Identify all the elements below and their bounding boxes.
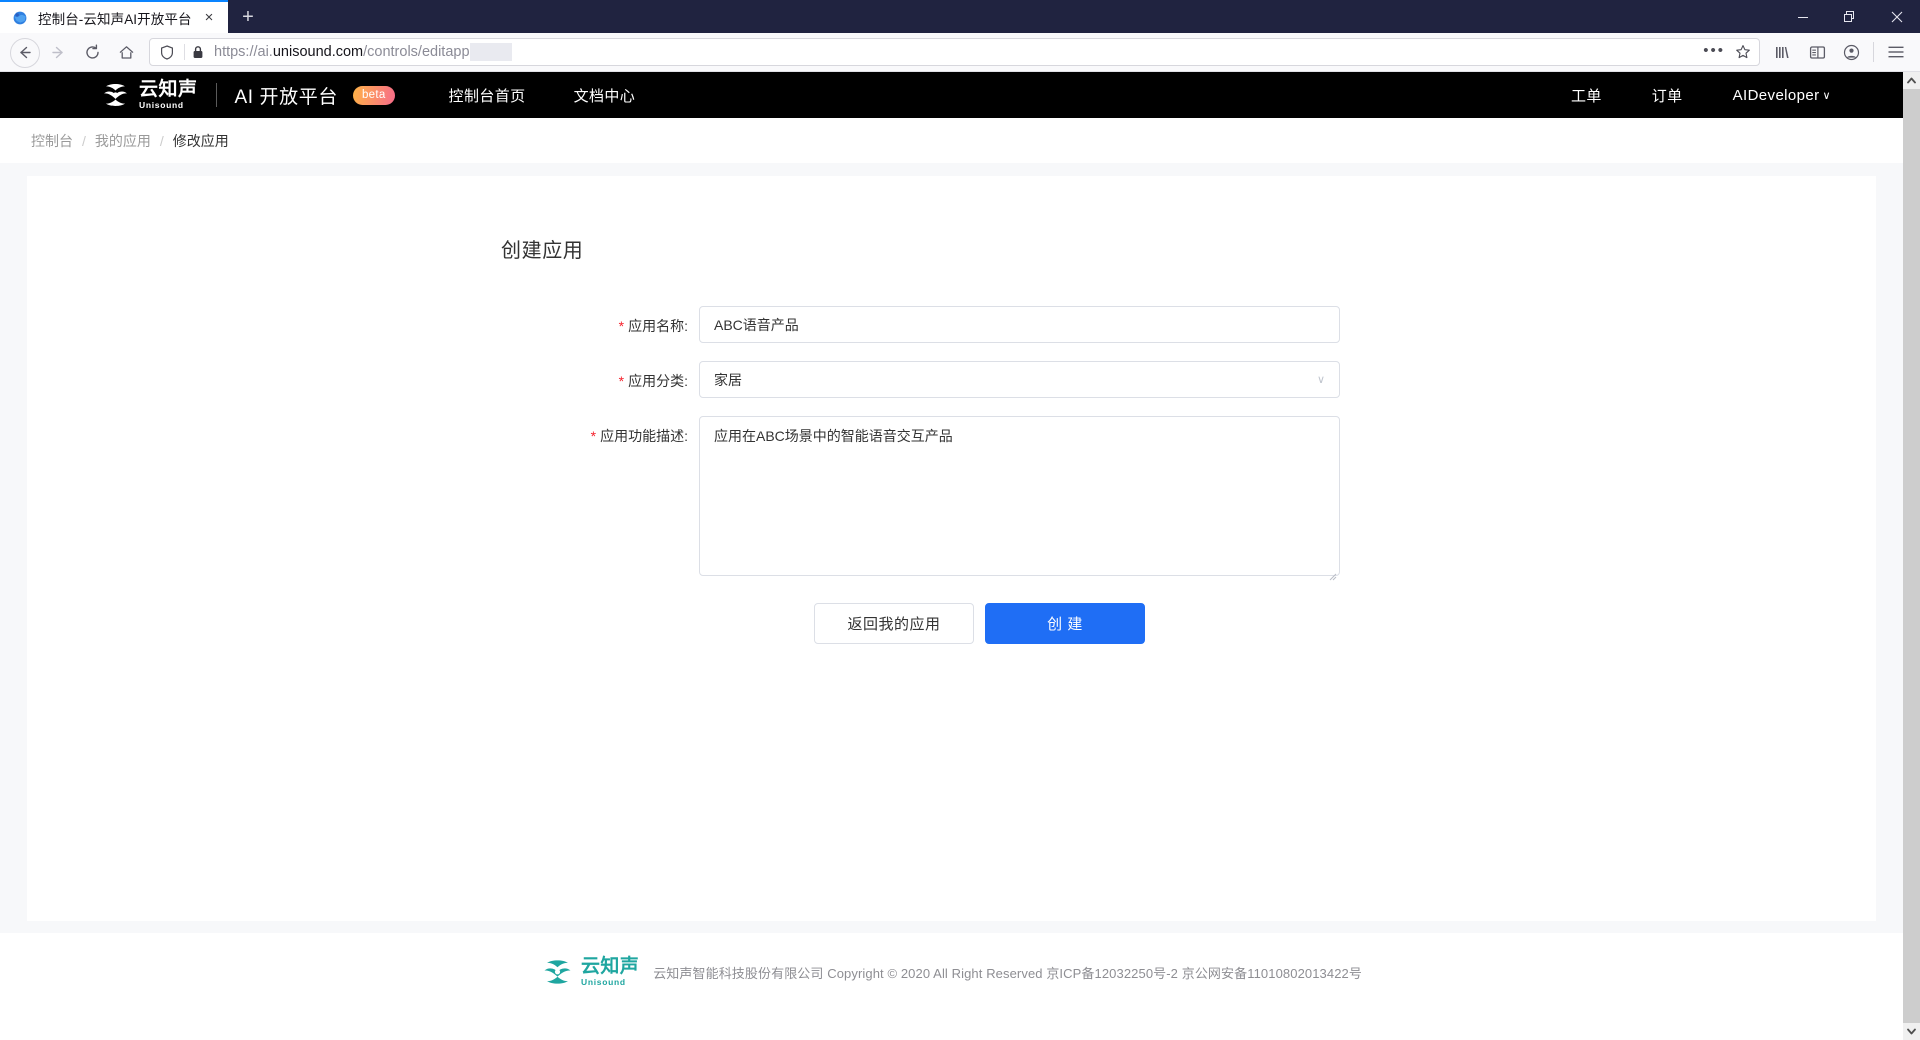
toolbar-divider [1873, 42, 1874, 62]
label-text: 应用功能描述: [600, 428, 688, 444]
scroll-up-arrow-icon[interactable] [1903, 72, 1920, 89]
platform-name: AI 开放平台 [234, 86, 338, 108]
field-app-category: 家居 ∨ [699, 361, 1340, 398]
required-marker: * [618, 318, 625, 334]
url-domain: unisound.com [272, 44, 364, 60]
header-nav-right: 工单 订单 AIDeveloper ∨ [1521, 85, 1903, 106]
browser-tab-active[interactable]: 控制台-云知声AI开放平台 × [0, 0, 228, 33]
unisound-logo-icon [541, 958, 574, 986]
breadcrumb-item-my-apps[interactable]: 我的应用 [95, 131, 151, 151]
breadcrumb-separator: / [159, 132, 164, 149]
minimize-icon[interactable] [1779, 0, 1826, 33]
copyright-text: 云知声智能科技股份有限公司 Copyright © 2020 All Right… [653, 965, 1362, 981]
field-app-name [699, 306, 1340, 343]
globe-icon [12, 10, 28, 26]
tab-strip: 控制台-云知声AI开放平台 × + [0, 0, 268, 33]
footer-logo: 云知声 Unisound [541, 957, 639, 987]
logo-text-cn: 云知声 [139, 79, 198, 100]
site-footer: 云知声 Unisound 云知声智能科技股份有限公司 Copyright © 2… [0, 933, 1903, 1011]
scrollbar-track[interactable] [1903, 89, 1920, 1023]
header-nav: 控制台首页 文档中心 [449, 85, 684, 106]
account-icon[interactable] [1834, 37, 1868, 67]
beta-badge: beta [352, 85, 395, 105]
site-logo[interactable]: 云知声 Unisound [100, 80, 198, 110]
content-band: 创建应用 * 应用名称: ABC语音产品 * 应用分类: 家居 ∨ * 应用功能… [0, 163, 1903, 933]
chevron-down-icon: ∨ [1316, 374, 1325, 386]
window-controls [1779, 0, 1920, 33]
breadcrumb-item-console[interactable]: 控制台 [31, 131, 73, 151]
nav-item-orders[interactable]: 订单 [1652, 85, 1683, 106]
hamburger-menu-icon[interactable] [1879, 37, 1913, 67]
app-form: *应用名称: *应用分类: [27, 306, 1876, 644]
shield-icon[interactable] [156, 44, 178, 60]
toolbar-right-group [1766, 37, 1913, 67]
url-prefix: https://ai. [214, 44, 273, 60]
back-to-my-apps-button[interactable]: 返回我的应用 [814, 603, 974, 644]
new-tab-button[interactable]: + [228, 0, 268, 33]
form-row-app-description: * 应用功能描述: [27, 416, 1876, 581]
library-icon[interactable] [1766, 37, 1800, 67]
logo-text: 云知声 Unisound [139, 80, 198, 110]
create-button[interactable]: 创 建 [985, 603, 1145, 644]
page-viewport: 云知声 Unisound AI 开放平台 beta 控制台首页 文档中心 工单 … [0, 72, 1920, 1040]
close-window-icon[interactable] [1873, 0, 1920, 33]
breadcrumb: 控制台 / 我的应用 / 修改应用 [0, 118, 1903, 163]
label-app-description: * 应用功能描述: [27, 416, 699, 446]
app-category-value: 家居 [714, 371, 742, 388]
more-actions-icon[interactable]: ••• [1695, 42, 1733, 63]
nav-item-docs-center[interactable]: 文档中心 [574, 85, 636, 106]
nav-item-console-home[interactable]: 控制台首页 [449, 85, 526, 106]
maximize-icon[interactable] [1826, 0, 1873, 33]
page-scrollbar[interactable] [1903, 72, 1920, 1040]
url-bar[interactable]: https://ai.unisound.com/controls/editapp… [149, 38, 1760, 66]
scroll-down-arrow-icon[interactable] [1903, 1023, 1920, 1040]
logo-text-en: Unisound [139, 100, 184, 110]
page-title: 创建应用 [501, 240, 584, 262]
close-icon[interactable]: × [198, 7, 220, 29]
web-page: 云知声 Unisound AI 开放平台 beta 控制台首页 文档中心 工单 … [0, 72, 1903, 1040]
form-row-app-category: * 应用分类: 家居 ∨ [27, 361, 1876, 398]
footer-logo-text: 云知声 Unisound [581, 957, 639, 987]
browser-toolbar: https://ai.unisound.com/controls/editapp… [0, 33, 1920, 72]
nav-item-tickets[interactable]: 工单 [1571, 85, 1602, 106]
padlock-icon[interactable] [191, 45, 205, 59]
required-marker: * [590, 428, 597, 444]
logo-divider [215, 83, 217, 107]
app-name-input[interactable] [699, 306, 1340, 343]
url-text: https://ai.unisound.com/controls/editapp [214, 44, 470, 60]
app-description-textarea[interactable] [699, 416, 1340, 576]
site-header: 云知声 Unisound AI 开放平台 beta 控制台首页 文档中心 工单 … [0, 72, 1903, 118]
label-text: 应用分类: [628, 373, 688, 389]
forward-arrow-icon [41, 37, 75, 67]
breadcrumb-item-edit-app: 修改应用 [172, 132, 229, 149]
user-name: AIDeveloper [1732, 86, 1820, 104]
form-actions: 返回我的应用 创 建 [27, 603, 1876, 644]
form-row-app-name: * 应用名称: [27, 306, 1876, 343]
sidebar-icon[interactable] [1800, 37, 1834, 67]
label-app-name: * 应用名称: [27, 306, 699, 336]
home-icon[interactable] [109, 37, 143, 67]
back-arrow-icon[interactable] [7, 37, 41, 68]
browser-titlebar: 控制台-云知声AI开放平台 × + [0, 0, 1920, 33]
star-icon[interactable] [1733, 44, 1753, 60]
nav-item-user-menu[interactable]: AIDeveloper ∨ [1733, 87, 1831, 104]
url-selection-highlight [469, 43, 512, 61]
footer-logo-cn: 云知声 [581, 956, 640, 977]
label-text: 应用名称: [628, 318, 688, 334]
app-category-select[interactable]: 家居 ∨ [699, 361, 1340, 398]
required-marker: * [618, 373, 625, 389]
browser-window: 控制台-云知声AI开放平台 × + https://ai.unisound.co… [0, 0, 1920, 1040]
url-divider [184, 44, 185, 60]
chevron-down-icon: ∨ [1822, 89, 1831, 102]
reload-icon[interactable] [75, 37, 109, 67]
tab-title: 控制台-云知声AI开放平台 [38, 11, 192, 27]
footer-logo-en: Unisound [581, 977, 626, 987]
field-app-description [699, 416, 1340, 581]
form-card: 创建应用 * 应用名称: ABC语音产品 * 应用分类: 家居 ∨ * 应用功能… [27, 176, 1876, 921]
label-app-category: * 应用分类: [27, 361, 699, 391]
breadcrumb-separator: / [82, 132, 86, 149]
url-path: /controls/editapp [363, 44, 470, 60]
unisound-logo-icon [100, 82, 131, 108]
